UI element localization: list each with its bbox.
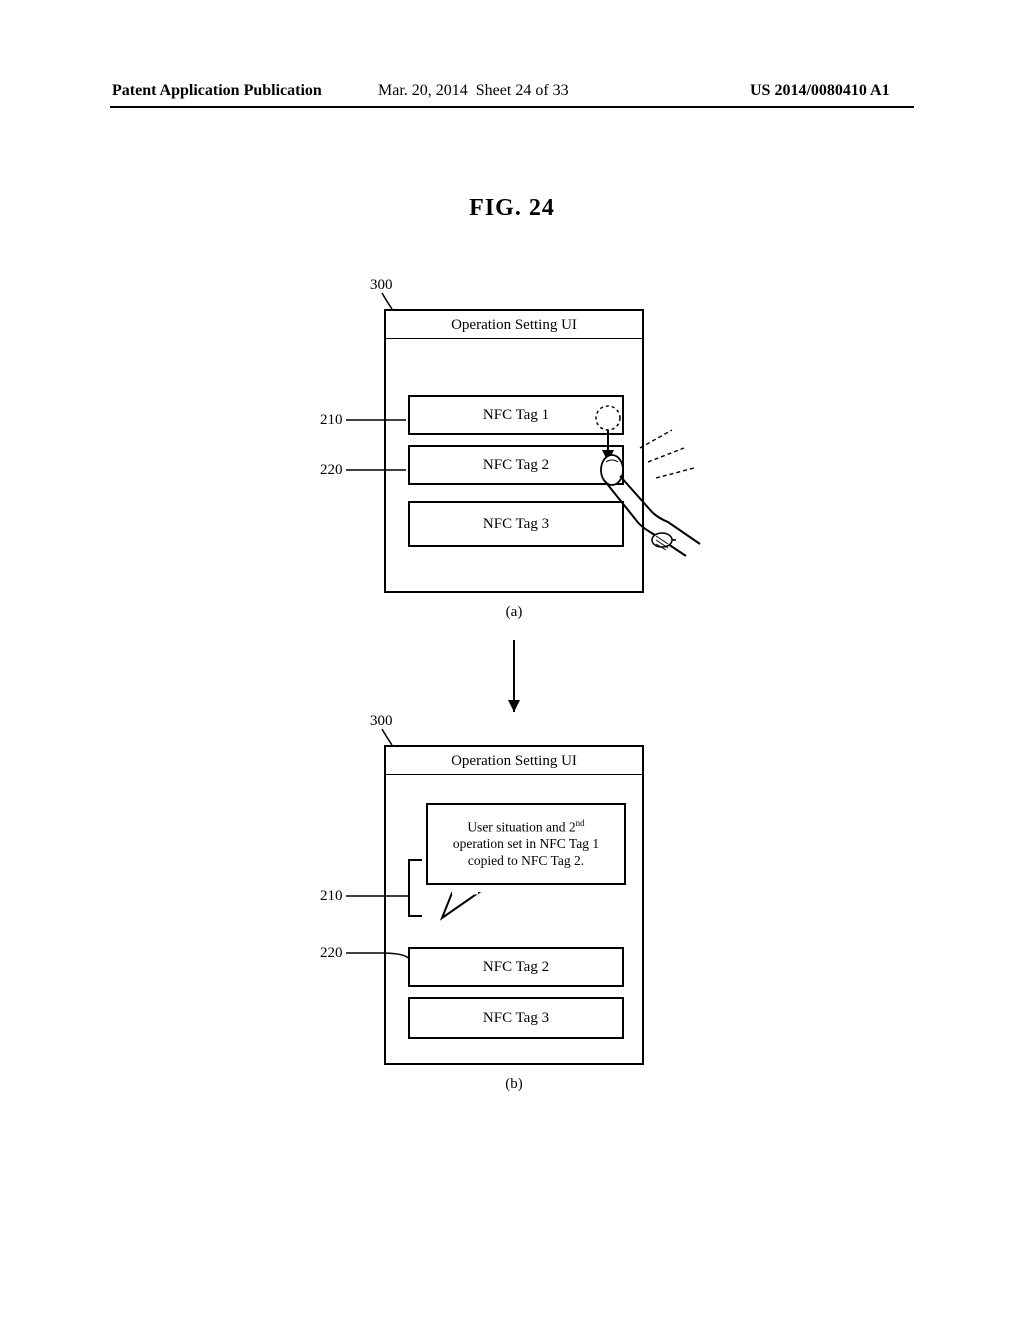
panel-a-title: Operation Setting UI [386, 311, 642, 338]
header-rule [110, 106, 914, 108]
header-left: Patent Application Publication [112, 82, 322, 100]
panel-b-titlebar: Operation Setting UI [386, 747, 642, 775]
panel-a-sublabel: (a) [384, 604, 644, 621]
header-sheet: Sheet 24 of 33 [476, 82, 569, 99]
panel-b-sublabel: (b) [384, 1076, 644, 1093]
header-right: US 2014/0080410 A1 [750, 82, 890, 100]
panel-a-body: NFC Tag 1 NFC Tag 2 NFC Tag 3 [386, 339, 642, 585]
page: Patent Application Publication Mar. 20, … [0, 0, 1024, 1320]
nfc-tag-3-row[interactable]: NFC Tag 3 [408, 501, 624, 547]
header-date: Mar. 20, 2014 [378, 82, 468, 99]
copy-popup: User situation and 2nd operation set in … [426, 803, 626, 885]
panel-b-title: Operation Setting UI [386, 747, 642, 774]
panel-b-body: NFC Tag 2 NFC Tag 3 User situation and 2… [386, 775, 642, 1057]
popup-ordinal: nd [576, 818, 585, 828]
nfc-tag-3-row-b[interactable]: NFC Tag 3 [408, 997, 624, 1039]
ref-300-a: 300 [370, 277, 393, 294]
popup-line2: operation set in NFC Tag 1 [453, 836, 599, 851]
figure-title: FIG. 24 [0, 195, 1024, 222]
ref-220-b: 220 [320, 945, 343, 962]
ref-210-a: 210 [320, 412, 343, 429]
nfc-tag-1-stub [408, 859, 422, 917]
ref-300-b: 300 [370, 713, 393, 730]
popup-line3: copied to NFC Tag 2. [468, 853, 584, 868]
popup-line1: User situation and 2 [467, 819, 575, 834]
panel-b-screen: Operation Setting UI NFC Tag 2 NFC Tag 3… [384, 745, 644, 1065]
panel-a-titlebar: Operation Setting UI [386, 311, 642, 339]
panel-a-screen: Operation Setting UI NFC Tag 1 NFC Tag 2… [384, 309, 644, 593]
nfc-tag-2-row[interactable]: NFC Tag 2 [408, 445, 624, 485]
ref-210-b: 210 [320, 888, 343, 905]
header-middle: Mar. 20, 2014 Sheet 24 of 33 [378, 82, 569, 100]
nfc-tag-1-row[interactable]: NFC Tag 1 [408, 395, 624, 435]
ref-220-a: 220 [320, 462, 343, 479]
nfc-tag-2-row-b[interactable]: NFC Tag 2 [408, 947, 624, 987]
copy-popup-text: User situation and 2nd operation set in … [453, 818, 599, 870]
